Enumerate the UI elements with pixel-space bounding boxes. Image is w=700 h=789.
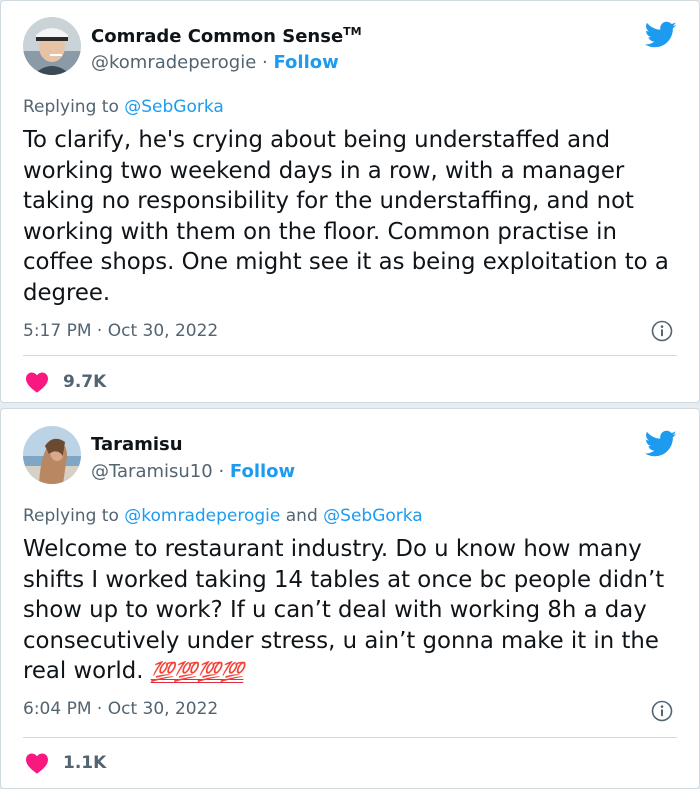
replying-to: Replying to @SebGorka <box>23 97 224 117</box>
avatar[interactable] <box>23 17 81 75</box>
divider <box>23 737 677 738</box>
tweet-card: Taramisu @Taramisu10 · Follow Replying t… <box>0 408 700 789</box>
divider <box>23 355 677 356</box>
twitter-bird-icon[interactable] <box>645 21 677 49</box>
like-button[interactable]: 9.7K <box>25 371 106 393</box>
replying-to: Replying to @komradeperogie and @SebGork… <box>23 506 423 526</box>
author-handle[interactable]: @komradeperogie <box>91 52 256 73</box>
avatar-image <box>23 426 81 484</box>
mention-link[interactable]: @SebGorka <box>323 506 423 526</box>
timestamp[interactable]: 5:17 PM · Oct 30, 2022 <box>23 321 218 341</box>
heart-icon <box>26 753 48 774</box>
replying-prefix: Replying to <box>23 506 119 526</box>
author-name-text: Taramisu <box>91 434 183 455</box>
tweet-date: Oct 30, 2022 <box>107 321 219 341</box>
tweet-time: 5:17 PM <box>23 321 92 341</box>
author-name[interactable]: Comrade Common SenseTM <box>91 25 362 47</box>
trademark-suffix: TM <box>343 25 362 38</box>
like-count: 1.1K <box>63 753 107 773</box>
separator: · <box>218 461 225 482</box>
tweet-card: Comrade Common SenseTM @komradeperogie ·… <box>0 0 700 403</box>
tweet-text: Welcome to restaurant industry. Do u kno… <box>23 534 683 688</box>
replying-joiner: and <box>285 506 318 526</box>
twitter-bird-icon[interactable] <box>645 430 677 458</box>
avatar-image <box>23 17 81 75</box>
like-button[interactable]: 1.1K <box>25 752 106 774</box>
replying-prefix: Replying to <box>23 97 119 117</box>
author-handle[interactable]: @Taramisu10 <box>91 461 213 482</box>
handle-line: @Taramisu10 · Follow <box>91 461 295 482</box>
author-name[interactable]: Taramisu <box>91 434 183 455</box>
separator: · <box>262 52 268 73</box>
timestamp[interactable]: 6:04 PM · Oct 30, 2022 <box>23 699 218 719</box>
tweet-date: Oct 30, 2022 <box>107 699 219 719</box>
separator: · <box>96 699 103 719</box>
hundred-points-emoji: 💯💯💯💯 <box>150 661 244 684</box>
tweet-text: To clarify, he's crying about being unde… <box>23 127 669 306</box>
follow-button[interactable]: Follow <box>273 52 338 73</box>
follow-button[interactable]: Follow <box>230 461 295 482</box>
separator: · <box>96 321 103 341</box>
avatar[interactable] <box>23 426 81 484</box>
info-icon[interactable] <box>651 700 673 722</box>
tweet-text-body: Welcome to restaurant industry. Do u kno… <box>23 536 665 685</box>
heart-icon <box>26 372 48 393</box>
like-count: 9.7K <box>63 372 107 392</box>
tweet-time: 6:04 PM <box>23 699 92 719</box>
mention-link[interactable]: @komradeperogie <box>124 506 280 526</box>
author-name-text: Comrade Common Sense <box>91 26 344 47</box>
handle-line: @komradeperogie · Follow <box>91 52 339 73</box>
mention-link[interactable]: @SebGorka <box>124 97 224 117</box>
info-icon[interactable] <box>651 320 673 342</box>
